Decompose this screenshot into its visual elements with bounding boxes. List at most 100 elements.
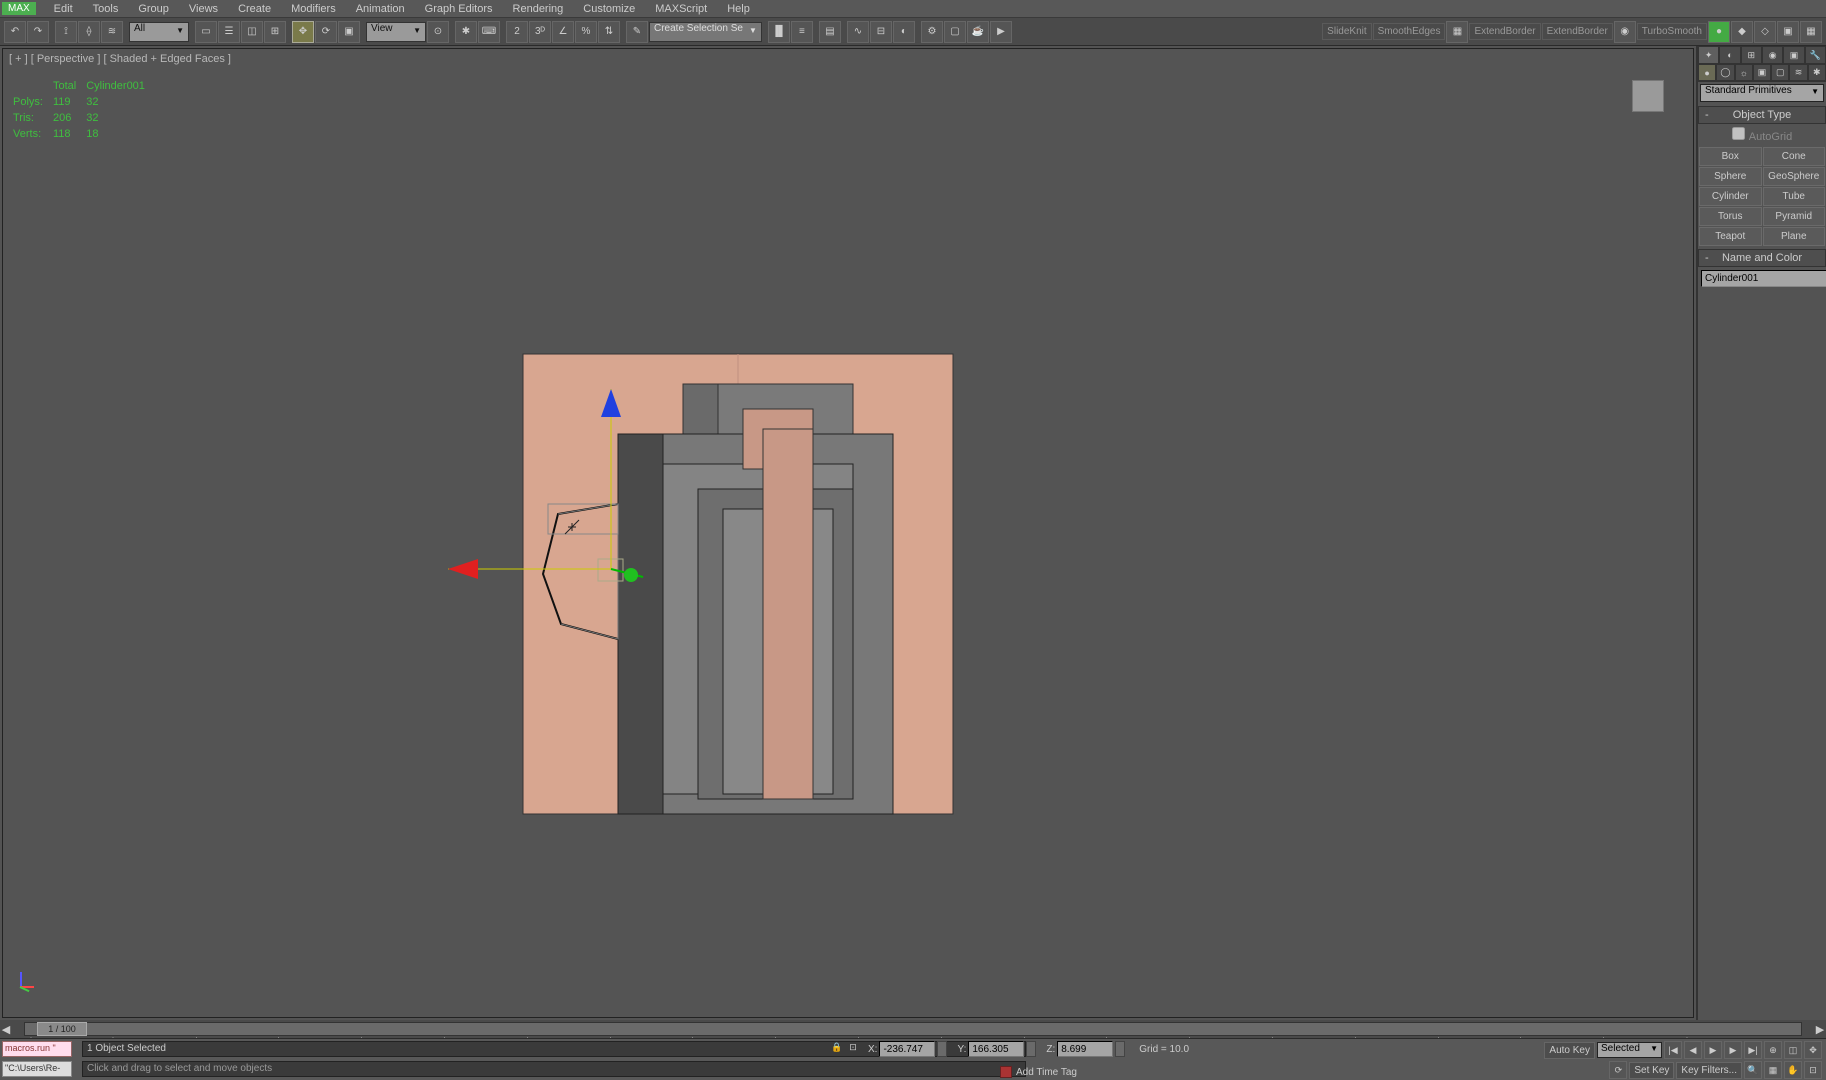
custom-dot-green[interactable]: ● (1708, 21, 1730, 43)
goto-end-button[interactable]: ▶| (1744, 1041, 1762, 1059)
percent-snap-button[interactable]: % (575, 21, 597, 43)
select-scale-button[interactable]: ▣ (338, 21, 360, 43)
add-time-tag-label[interactable]: Add Time Tag (1016, 1067, 1077, 1078)
menu-customize[interactable]: Customize (573, 1, 645, 17)
unlink-button[interactable]: ⟠ (78, 21, 100, 43)
turbosmooth-button[interactable]: TurboSmooth (1637, 23, 1707, 40)
btn-sphere[interactable]: Sphere (1699, 167, 1762, 186)
btn-torus[interactable]: Torus (1699, 207, 1762, 226)
menu-help[interactable]: Help (717, 1, 760, 17)
rollout-object-type[interactable]: -Object Type (1698, 106, 1826, 124)
link-button[interactable]: ⟟ (55, 21, 77, 43)
smoothedges-button[interactable]: SmoothEdges (1373, 23, 1446, 40)
tab-utilities[interactable]: 🔧 (1805, 46, 1826, 64)
btn-geosphere[interactable]: GeoSphere (1763, 167, 1826, 186)
render-setup-button[interactable]: ⚙ (921, 21, 943, 43)
autogrid-checkbox[interactable] (1732, 127, 1745, 140)
coord-y-input[interactable] (968, 1041, 1024, 1057)
coord-z-input[interactable] (1057, 1041, 1113, 1057)
btn-plane[interactable]: Plane (1763, 227, 1826, 246)
redo-button[interactable]: ↷ (27, 21, 49, 43)
undo-button[interactable]: ↶ (4, 21, 26, 43)
subtab-cameras[interactable]: ▣ (1753, 64, 1771, 81)
isolate-icon[interactable]: ⊡ (846, 1042, 860, 1056)
keyboard-shortcut-button[interactable]: ⌨ (478, 21, 500, 43)
slideknit-button[interactable]: SlideKnit (1322, 23, 1371, 40)
angle-snap-button[interactable]: ∠ (552, 21, 574, 43)
render-last-button[interactable]: ▶ (990, 21, 1012, 43)
time-tag-icon[interactable] (1000, 1066, 1012, 1078)
next-frame-button[interactable]: ▶ (1724, 1041, 1742, 1059)
viewport-perspective[interactable]: [ + ] [ Perspective ] [ Shaded + Edged F… (2, 48, 1694, 1018)
nav-5[interactable]: 🔍 (1744, 1061, 1762, 1079)
btn-teapot[interactable]: Teapot (1699, 227, 1762, 246)
track-left-arrow[interactable]: ◀ (0, 1023, 12, 1036)
viewport-label[interactable]: [ + ] [ Perspective ] [ Shaded + Edged F… (9, 53, 231, 65)
coord-z-spinner[interactable] (1115, 1041, 1125, 1057)
nav-6[interactable]: ▦ (1764, 1061, 1782, 1079)
ref-coord-dropdown[interactable]: View (366, 22, 426, 42)
btn-pyramid[interactable]: Pyramid (1763, 207, 1826, 226)
use-pivot-center-button[interactable]: ⊙ (427, 21, 449, 43)
lock-selection-icon[interactable]: 🔒 (830, 1042, 844, 1056)
custom-icon-6[interactable]: ▦ (1800, 21, 1822, 43)
selection-filter-dropdown[interactable]: All (129, 22, 189, 42)
prev-frame-button[interactable]: ◀ (1684, 1041, 1702, 1059)
subtab-shapes[interactable]: ◯ (1716, 64, 1734, 81)
set-key-button[interactable]: Set Key (1629, 1062, 1674, 1079)
auto-key-button[interactable]: Auto Key (1544, 1042, 1595, 1059)
select-region-button[interactable]: ◫ (241, 21, 263, 43)
menu-tools[interactable]: Tools (83, 1, 129, 17)
nav-3[interactable]: ✥ (1804, 1041, 1822, 1059)
btn-tube[interactable]: Tube (1763, 187, 1826, 206)
custom-icon-2[interactable]: ◉ (1614, 21, 1636, 43)
named-selection-dropdown[interactable]: Create Selection Se (649, 22, 762, 42)
material-editor-button[interactable]: ◐ (893, 21, 915, 43)
custom-icon-1[interactable]: ▦ (1446, 21, 1468, 43)
coord-x-input[interactable] (879, 1041, 935, 1057)
key-filters-button[interactable]: Key Filters... (1676, 1062, 1742, 1079)
select-manipulate-button[interactable]: ✱ (455, 21, 477, 43)
menu-edit[interactable]: Edit (44, 1, 83, 17)
align-button[interactable]: ≡ (791, 21, 813, 43)
layer-manager-button[interactable]: ▤ (819, 21, 841, 43)
subtab-geometry[interactable]: ● (1698, 64, 1716, 81)
subtab-spacewarps[interactable]: ≋ (1789, 64, 1807, 81)
category-dropdown[interactable]: Standard Primitives (1700, 84, 1824, 102)
coord-x-spinner[interactable] (937, 1041, 947, 1057)
tab-hierarchy[interactable]: ⊞ (1741, 46, 1762, 64)
menu-animation[interactable]: Animation (346, 1, 415, 17)
tab-create[interactable]: ✦ (1698, 46, 1719, 64)
script-output-1[interactable]: macros.run " (2, 1041, 72, 1057)
mirror-button[interactable]: ▐▌ (768, 21, 790, 43)
select-object-button[interactable]: ▭ (195, 21, 217, 43)
snap-3d-button[interactable]: 3ᴰ (529, 21, 551, 43)
btn-box[interactable]: Box (1699, 147, 1762, 166)
spinner-snap-button[interactable]: ⇅ (598, 21, 620, 43)
nav-2[interactable]: ◫ (1784, 1041, 1802, 1059)
view-cube[interactable] (1626, 74, 1668, 116)
btn-cylinder[interactable]: Cylinder (1699, 187, 1762, 206)
rollout-name-color[interactable]: -Name and Color (1698, 249, 1826, 267)
track-handle[interactable]: 1 / 100 (37, 1022, 87, 1036)
menu-views[interactable]: Views (179, 1, 228, 17)
custom-icon-3[interactable]: ◆ (1731, 21, 1753, 43)
select-by-name-button[interactable]: ☰ (218, 21, 240, 43)
subtab-helpers[interactable]: ▢ (1771, 64, 1789, 81)
tab-modify[interactable]: ◐ (1719, 46, 1740, 64)
script-output-2[interactable]: "C:\Users\Re- (2, 1061, 72, 1077)
nav-8[interactable]: ⊡ (1804, 1061, 1822, 1079)
edit-named-sel-button[interactable]: ✎ (626, 21, 648, 43)
menu-modifiers[interactable]: Modifiers (281, 1, 346, 17)
snap-2d-button[interactable]: 2 (506, 21, 528, 43)
curve-editor-button[interactable]: ∿ (847, 21, 869, 43)
select-move-button[interactable]: ✥ (292, 21, 314, 43)
track-right-arrow[interactable]: ▶ (1814, 1023, 1826, 1036)
extendborder1-button[interactable]: ExtendBorder (1469, 23, 1540, 40)
track-slider[interactable]: 1 / 100 (24, 1022, 1802, 1036)
btn-cone[interactable]: Cone (1763, 147, 1826, 166)
custom-icon-4[interactable]: ◇ (1754, 21, 1776, 43)
menu-rendering[interactable]: Rendering (503, 1, 574, 17)
nav-7[interactable]: ✋ (1784, 1061, 1802, 1079)
play-button[interactable]: ▶ (1704, 1041, 1722, 1059)
